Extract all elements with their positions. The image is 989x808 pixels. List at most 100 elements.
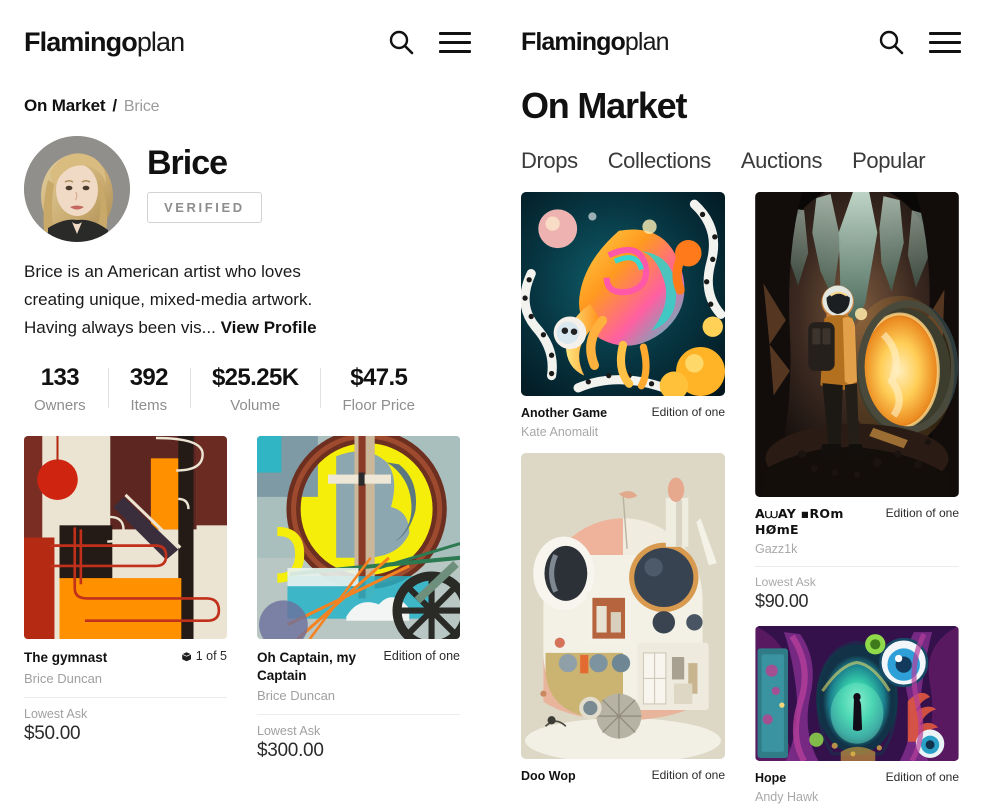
stat-floor-price: $47.5 Floor Price	[320, 364, 437, 414]
divider	[257, 714, 460, 716]
artwork-title: A⩊AY ▪ROm HØmE	[755, 505, 844, 537]
view-profile-link[interactable]: View Profile	[221, 318, 317, 337]
artwork-grid: The gymnast 1 of 5 Brice Duncan Lowest A…	[0, 414, 495, 762]
on-market-screen: Flamingoplan On Market Drops Collections…	[495, 0, 989, 808]
artwork-thumbnail[interactable]	[755, 626, 959, 762]
search-icon[interactable]	[877, 28, 905, 56]
stat-volume: $25.25K Volume	[189, 364, 321, 415]
artist-profile-screen: Flamingoplan On Market / Brice Brice VER…	[0, 0, 495, 808]
breadcrumb-current: Brice	[123, 98, 160, 115]
stat-items: 392 Items	[107, 364, 190, 415]
artwork-thumbnail[interactable]	[755, 191, 959, 497]
profile-header: Brice VERIFIED	[0, 116, 495, 242]
hamburger-icon[interactable]	[439, 31, 471, 53]
stat-label: Owners	[34, 397, 86, 415]
search-icon[interactable]	[387, 28, 415, 56]
profile-bio: Brice is an American artist who loves cr…	[0, 242, 370, 342]
divider	[755, 566, 959, 568]
artwork-artist[interactable]: Andy Hawk	[755, 790, 959, 804]
brand-logo-bold: Flamingo	[24, 26, 138, 57]
lowest-ask-label: Lowest Ask	[755, 575, 816, 590]
list-item[interactable]: Oh Captain, my Captain Edition of one Br…	[257, 436, 460, 762]
brand-logo-light: plan	[624, 27, 670, 56]
stat-owners: 133 Owners	[24, 364, 108, 414]
tab-collections[interactable]: Collections	[608, 148, 712, 174]
artwork-title: Hope	[755, 771, 787, 786]
brand-logo-light: plan	[136, 26, 185, 57]
artwork-artist[interactable]: Gazz1k	[755, 542, 959, 556]
tab-auctions[interactable]: Auctions	[741, 148, 823, 174]
hamburger-bars	[929, 31, 961, 53]
profile-meta: Brice VERIFIED	[147, 136, 262, 242]
artwork-title: Oh Captain, my Captain	[257, 650, 357, 683]
artwork-edition: 1 of 5	[181, 649, 227, 663]
tab-popular[interactable]: Popular	[852, 148, 925, 174]
list-item[interactable]: A⩊AY ▪ROm HØmE Edition of one Gazz1k Low…	[755, 191, 959, 613]
tab-bar: Drops Collections Auctions Popular	[495, 126, 989, 174]
breadcrumb-separator: /	[112, 96, 117, 115]
profile-stats: 133 Owners 392 Items $25.25K Volume $47.…	[0, 342, 495, 414]
artwork-edition: Edition of one	[885, 770, 959, 785]
page-title: On Market	[521, 85, 687, 126]
market-column-left: Another Game Edition of one Kate Anomali…	[521, 191, 725, 808]
artwork-header: Doo Wop Edition of one	[521, 768, 725, 784]
list-item[interactable]: Hope Edition of one Andy Hawk	[755, 626, 959, 804]
page-title: Brice	[147, 144, 228, 182]
artwork-edition: Edition of one	[651, 767, 725, 782]
top-bar-actions	[387, 28, 471, 56]
brand-logo[interactable]: Flamingoplan	[24, 26, 185, 58]
artwork-artist[interactable]: Brice Duncan	[257, 688, 460, 703]
stat-value: $25.25K	[211, 364, 299, 392]
list-item[interactable]: The gymnast 1 of 5 Brice Duncan Lowest A…	[24, 436, 227, 762]
lowest-ask-label: Lowest Ask	[24, 706, 88, 721]
hamburger-bars	[439, 31, 471, 53]
hamburger-icon[interactable]	[929, 31, 961, 53]
artwork-header: Hope Edition of one	[755, 770, 959, 786]
artwork-thumbnail[interactable]	[521, 452, 725, 759]
dual-screenshot-container: Flamingoplan On Market / Brice Brice VER…	[0, 0, 989, 808]
tab-drops[interactable]: Drops	[521, 148, 578, 174]
stat-value: 133	[40, 364, 80, 392]
stack-icon	[181, 651, 192, 662]
artwork-title: Doo Wop	[521, 768, 576, 783]
lowest-ask-label: Lowest Ask	[257, 724, 321, 739]
stat-label: Floor Price	[342, 397, 416, 415]
market-grid: Another Game Edition of one Kate Anomali…	[495, 174, 989, 808]
artwork-header: The gymnast 1 of 5	[24, 649, 227, 667]
artwork-thumbnail[interactable]	[24, 436, 227, 640]
stat-value: 392	[129, 364, 169, 392]
top-bar: Flamingoplan	[0, 0, 495, 84]
stat-label: Volume	[230, 397, 281, 415]
top-bar-actions	[877, 28, 961, 56]
status-badge: VERIFIED	[147, 191, 262, 223]
breadcrumb: On Market / Brice	[0, 84, 495, 116]
artwork-header: Another Game Edition of one	[521, 405, 725, 421]
artwork-edition: Edition of one	[384, 649, 460, 663]
artwork-edition-label: 1 of 5	[195, 649, 227, 664]
artwork-header: A⩊AY ▪ROm HØmE Edition of one	[755, 506, 959, 539]
stat-value: $47.5	[350, 364, 408, 392]
divider	[24, 696, 227, 698]
stat-label: Items	[130, 397, 168, 415]
artwork-edition-label: Edition of one	[383, 649, 460, 664]
artwork-title: The gymnast	[24, 650, 108, 666]
artwork-artist[interactable]: Kate Anomalit	[521, 425, 725, 439]
brand-logo-bold: Flamingo	[521, 27, 626, 56]
market-column-right: A⩊AY ▪ROm HØmE Edition of one Gazz1k Low…	[755, 191, 959, 808]
avatar	[24, 136, 130, 242]
artwork-edition: Edition of one	[885, 505, 959, 520]
artwork-thumbnail[interactable]	[521, 191, 725, 396]
list-item[interactable]: Another Game Edition of one Kate Anomali…	[521, 191, 725, 439]
artwork-artist[interactable]: Brice Duncan	[24, 671, 227, 686]
lowest-ask-price: $300.00	[257, 740, 324, 762]
artwork-edition: Edition of one	[651, 404, 725, 419]
artwork-thumbnail[interactable]	[257, 436, 460, 640]
top-bar: Flamingoplan	[495, 0, 989, 84]
breadcrumb-root[interactable]: On Market	[24, 96, 106, 116]
artwork-title: Another Game	[521, 405, 608, 420]
lowest-ask-price: $90.00	[755, 591, 809, 612]
lowest-ask-price: $50.00	[24, 722, 81, 744]
list-item[interactable]: Doo Wop Edition of one	[521, 452, 725, 784]
brand-logo[interactable]: Flamingoplan	[521, 28, 669, 57]
artwork-header: Oh Captain, my Captain Edition of one	[257, 649, 460, 684]
